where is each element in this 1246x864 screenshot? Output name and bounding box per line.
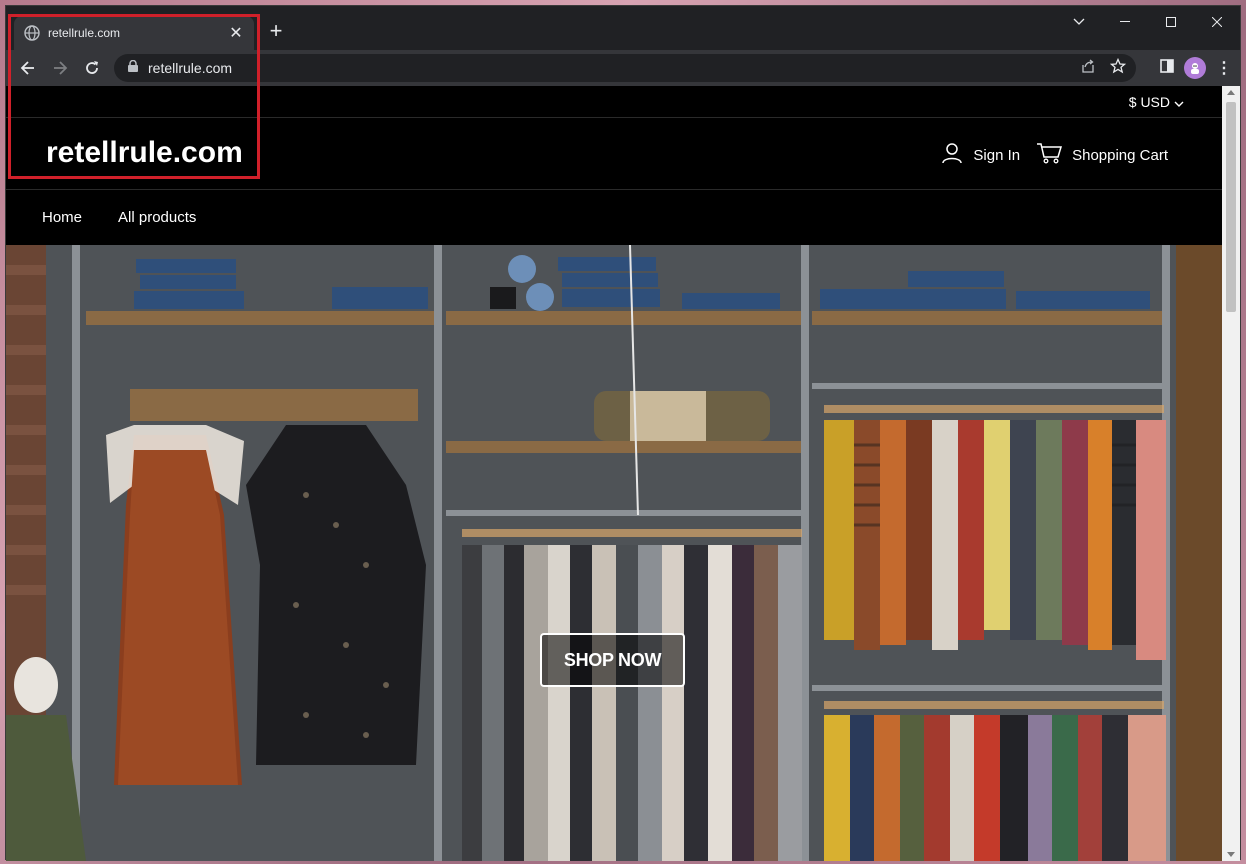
page-scrollbar[interactable] [1222, 86, 1240, 861]
share-icon[interactable] [1080, 58, 1096, 79]
url-text: retellrule.com [148, 60, 233, 76]
scroll-up-arrow-icon[interactable] [1227, 90, 1235, 95]
tab-strip: retellrule.com ✕ + [6, 6, 1240, 50]
window-controls [1056, 6, 1240, 38]
minimize-button[interactable] [1102, 6, 1148, 38]
globe-icon [24, 25, 40, 41]
back-icon[interactable] [12, 52, 44, 84]
nav-all-products[interactable]: All products [118, 209, 196, 226]
chevron-down-icon [1174, 94, 1184, 110]
close-window-button[interactable] [1194, 6, 1240, 38]
browser-window: retellrule.com ✕ + retellrule.com ⋮ $ US… [5, 5, 1241, 861]
scrollbar-thumb[interactable] [1226, 102, 1236, 312]
utility-bar: $ USD [6, 86, 1224, 118]
address-bar[interactable]: retellrule.com [114, 54, 1136, 82]
tab-search-icon[interactable] [1056, 6, 1102, 38]
sign-in-link[interactable]: Sign In [941, 142, 1020, 168]
browser-toolbar: retellrule.com ⋮ [6, 50, 1240, 86]
browser-tab[interactable]: retellrule.com ✕ [14, 16, 254, 50]
reload-icon[interactable] [76, 52, 108, 84]
site-logo[interactable]: retellrule.com [46, 136, 243, 170]
cart-icon [1036, 142, 1063, 168]
profile-avatar[interactable] [1184, 57, 1206, 79]
bookmark-star-icon[interactable] [1109, 57, 1127, 79]
main-nav: Home All products [6, 190, 1224, 244]
maximize-button[interactable] [1148, 6, 1194, 38]
currency-selector[interactable]: $ USD [1129, 94, 1184, 110]
side-panel-icon[interactable] [1160, 58, 1174, 78]
scroll-down-arrow-icon[interactable] [1227, 852, 1235, 857]
web-page: $ USD retellrule.com Sign In Shopping Ca… [6, 86, 1224, 861]
close-tab-icon[interactable]: ✕ [228, 23, 244, 43]
shop-now-button[interactable]: SHOP NOW [540, 633, 685, 687]
currency-label: $ USD [1128, 94, 1170, 110]
shopping-cart-link[interactable]: Shopping Cart [1036, 142, 1168, 168]
sign-in-label: Sign In [973, 146, 1021, 164]
lock-icon[interactable] [128, 59, 138, 77]
cart-label: Shopping Cart [1072, 146, 1168, 164]
tab-title: retellrule.com [48, 26, 121, 40]
hero-banner-image: SHOP NOW [6, 245, 1224, 861]
forward-icon[interactable] [44, 52, 76, 84]
site-header: retellrule.com Sign In Shopping Cart [6, 118, 1224, 190]
user-icon [941, 142, 963, 168]
new-tab-button[interactable]: + [264, 20, 288, 44]
nav-home[interactable]: Home [42, 209, 82, 226]
menu-kebab-icon[interactable]: ⋮ [1216, 58, 1232, 78]
